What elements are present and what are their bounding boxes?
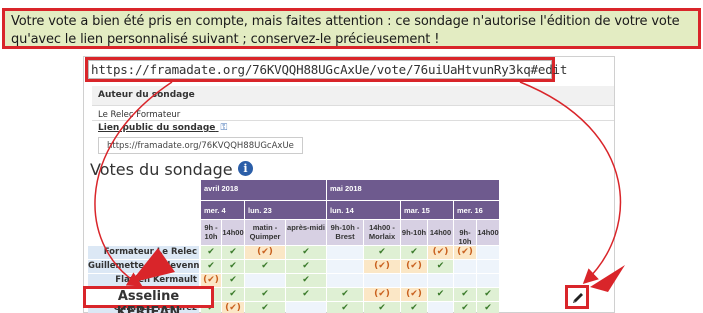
vote-cell: ✔ — [201, 246, 221, 259]
vote-cell — [245, 274, 285, 287]
vote-cell — [327, 274, 363, 287]
time-header: 14h00 - Morlaix — [364, 220, 400, 245]
vote-cell — [364, 274, 400, 287]
public-link-url[interactable]: https://framadate.org/76KVQQH88UGcAxUe — [98, 137, 303, 154]
day-header: mar. 15 — [401, 201, 453, 219]
time-header: 9h-10h - Brest — [327, 220, 363, 245]
day-header: lun. 23 — [245, 201, 326, 219]
public-link-heading-text[interactable]: Lien public du sondage — [98, 123, 215, 133]
vote-cell: ✔ — [454, 302, 476, 313]
day-header: lun. 14 — [327, 201, 400, 219]
vote-cell: ✔ — [245, 260, 285, 273]
vote-cell: ✔ — [428, 260, 453, 273]
vote-cell: ✔ — [477, 288, 499, 301]
vote-cell: ✔ — [222, 274, 244, 287]
time-header: 9h-10h — [454, 220, 476, 246]
vote-saved-alert: Votre vote a bien été pris en compte, ma… — [2, 8, 701, 49]
time-header: 14h00 — [428, 220, 453, 245]
vote-cell: ✔ — [286, 246, 326, 259]
time-header: 14h00 — [477, 220, 499, 245]
vote-cell: ✔ — [286, 274, 326, 287]
month-header: mai 2018 — [327, 180, 499, 200]
vote-cell — [428, 274, 453, 287]
vote-cell: (✔) — [364, 260, 400, 273]
alert-text: Votre vote a bien été pris en compte, ma… — [11, 14, 680, 47]
vote-cell — [477, 274, 499, 287]
vote-cell — [401, 274, 427, 287]
vote-cell: ✔ — [364, 302, 400, 313]
vote-cell: ✔ — [401, 302, 427, 313]
day-header: mer. 4 — [201, 201, 244, 219]
vote-cell — [477, 246, 499, 259]
vote-cell: ✔ — [364, 246, 400, 259]
vote-cell — [286, 302, 326, 313]
vote-cell: ✔ — [454, 288, 476, 301]
highlighted-user-name: Asseline KERJEAN — [83, 286, 214, 313]
votes-title: Votes du sondage — [90, 160, 233, 179]
vote-cell: ✔ — [286, 288, 326, 301]
vote-cell: ✔ — [327, 288, 363, 301]
vote-cell — [327, 246, 363, 259]
vote-cell: ✔ — [245, 288, 285, 301]
month-header: avril 2018 — [201, 180, 326, 200]
vote-cell: (✔) — [454, 246, 476, 259]
vote-cell: ✔ — [245, 302, 285, 313]
time-header: 9h-10h — [401, 220, 427, 245]
vote-cell: ✔ — [327, 302, 363, 313]
vote-cell — [454, 260, 476, 273]
vote-cell: ✔ — [286, 260, 326, 273]
vote-cell: (✔) — [428, 246, 453, 259]
pencil-icon — [573, 293, 583, 303]
author-name: Le Relec Formateur — [98, 110, 181, 120]
edit-link-url[interactable]: https://framadate.org/76KVQQH88UGcAxUe/v… — [85, 57, 567, 82]
time-header: 14h00 — [222, 220, 244, 245]
info-icon[interactable]: i — [238, 161, 253, 176]
vote-cell: (✔) — [222, 302, 244, 313]
vote-cell: ✔ — [477, 302, 499, 313]
public-link-heading[interactable]: Lien public du sondage ⚿ — [92, 120, 614, 134]
day-header: mer. 16 — [454, 201, 499, 219]
vote-cell — [454, 274, 476, 287]
time-header: après-midi — [286, 220, 326, 245]
link-icon: ⚿ — [220, 123, 228, 133]
vote-cell: (✔) — [401, 288, 427, 301]
vote-cell: ✔ — [222, 246, 244, 259]
author-heading: Auteur du sondage — [92, 86, 614, 106]
time-header: 9h - 10h — [201, 220, 221, 245]
voter-name: Formateur Le Relec — [88, 246, 199, 259]
vote-cell: (✔) — [401, 260, 427, 273]
vote-cell: ✔ — [428, 288, 453, 301]
vote-cell — [327, 260, 363, 273]
vote-cell: (✔) — [364, 288, 400, 301]
vote-cell — [428, 302, 453, 313]
time-header: matin - Quimper — [245, 220, 285, 245]
vote-cell — [477, 260, 499, 273]
vote-cell: ✔ — [401, 246, 427, 259]
voter-name: Guillemette Landevennec — [88, 260, 199, 273]
vote-cell: ✔ — [222, 288, 244, 301]
vote-cell: ✔ — [222, 260, 244, 273]
vote-cell: ✔ — [201, 260, 221, 273]
edit-vote-button[interactable] — [565, 285, 589, 309]
vote-cell: (✔) — [245, 246, 285, 259]
